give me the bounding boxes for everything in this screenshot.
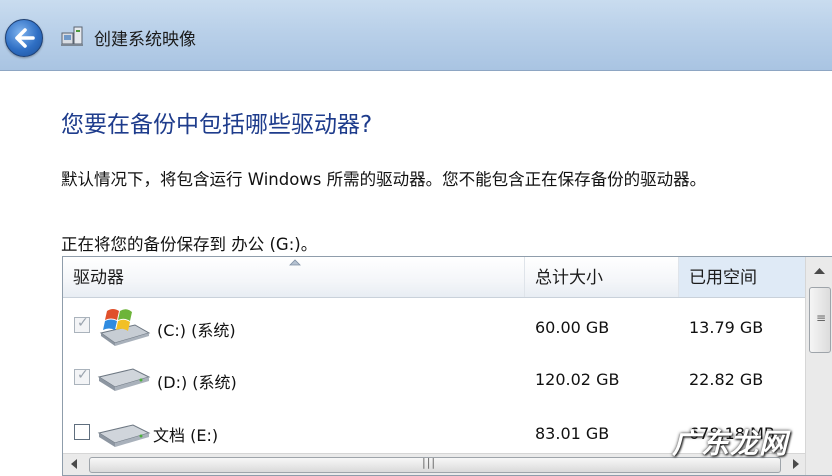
drive-used-d: 22.82 GB [689,370,764,389]
drive-total-e: 83.01 GB [535,424,610,443]
column-header-total-size[interactable]: 总计大小 [525,257,679,297]
list-header: 驱动器 总计大小 已用空间 [63,257,805,298]
drive-row-c[interactable]: ✓ (C:) (系统) 60.00 GB 13.79 GB [63,301,805,353]
drive-name-d: (D:) (系统) [157,373,237,392]
backup-icon [60,24,84,48]
page-heading: 您要在备份中包括哪些驱动器? [61,112,373,138]
drive-checkbox-d[interactable]: ✓ [74,367,90,385]
sort-ascending-icon [289,259,301,266]
drive-name-e: 文档 (E:) [153,426,219,445]
scroll-up-button[interactable] [806,257,832,285]
drive-total-d: 120.02 GB [535,370,620,389]
drive-used-c: 13.79 GB [689,318,764,337]
drive-icon [97,368,151,391]
scroll-left-icon[interactable] [69,458,79,470]
drive-row-d[interactable]: ✓ (D:) (系统) 120.02 GB 22.82 GB [63,353,805,405]
drive-checkbox-e[interactable] [74,424,90,440]
window-title-bar: 创建系统映像 [0,0,832,71]
grip-icon: ||| [422,456,437,469]
windows-drive-icon [99,309,151,346]
drive-checkbox-c[interactable]: ✓ [74,315,90,333]
save-location-text: 正在将您的备份保存到 办公 (G:)。 [61,235,318,254]
vertical-scroll-thumb[interactable]: ≡ [809,287,831,353]
column-header-drive[interactable]: 驱动器 [63,257,525,297]
back-button[interactable] [5,19,43,57]
window-title: 创建系统映像 [94,30,196,50]
column-header-total-size-label: 总计大小 [535,268,603,288]
drive-icon [97,424,151,447]
column-header-used-space-label: 已用空间 [689,268,757,288]
watermark-text: 广东龙网 [672,427,789,460]
vertical-scrollbar[interactable]: ≡ [805,257,832,475]
grip-icon: ≡ [816,311,827,325]
column-header-drive-label: 驱动器 [73,268,124,288]
chevron-up-icon [814,268,825,274]
back-arrow-icon [15,28,35,48]
column-header-used-space[interactable]: 已用空间 [679,257,805,297]
drive-name-c: (C:) (系统) [157,321,236,340]
page-description: 默认情况下，将包含运行 Windows 所需的驱动器。您不能包含正在保存备份的驱… [61,170,707,189]
drive-total-c: 60.00 GB [535,318,610,337]
scroll-right-icon[interactable] [791,458,801,470]
